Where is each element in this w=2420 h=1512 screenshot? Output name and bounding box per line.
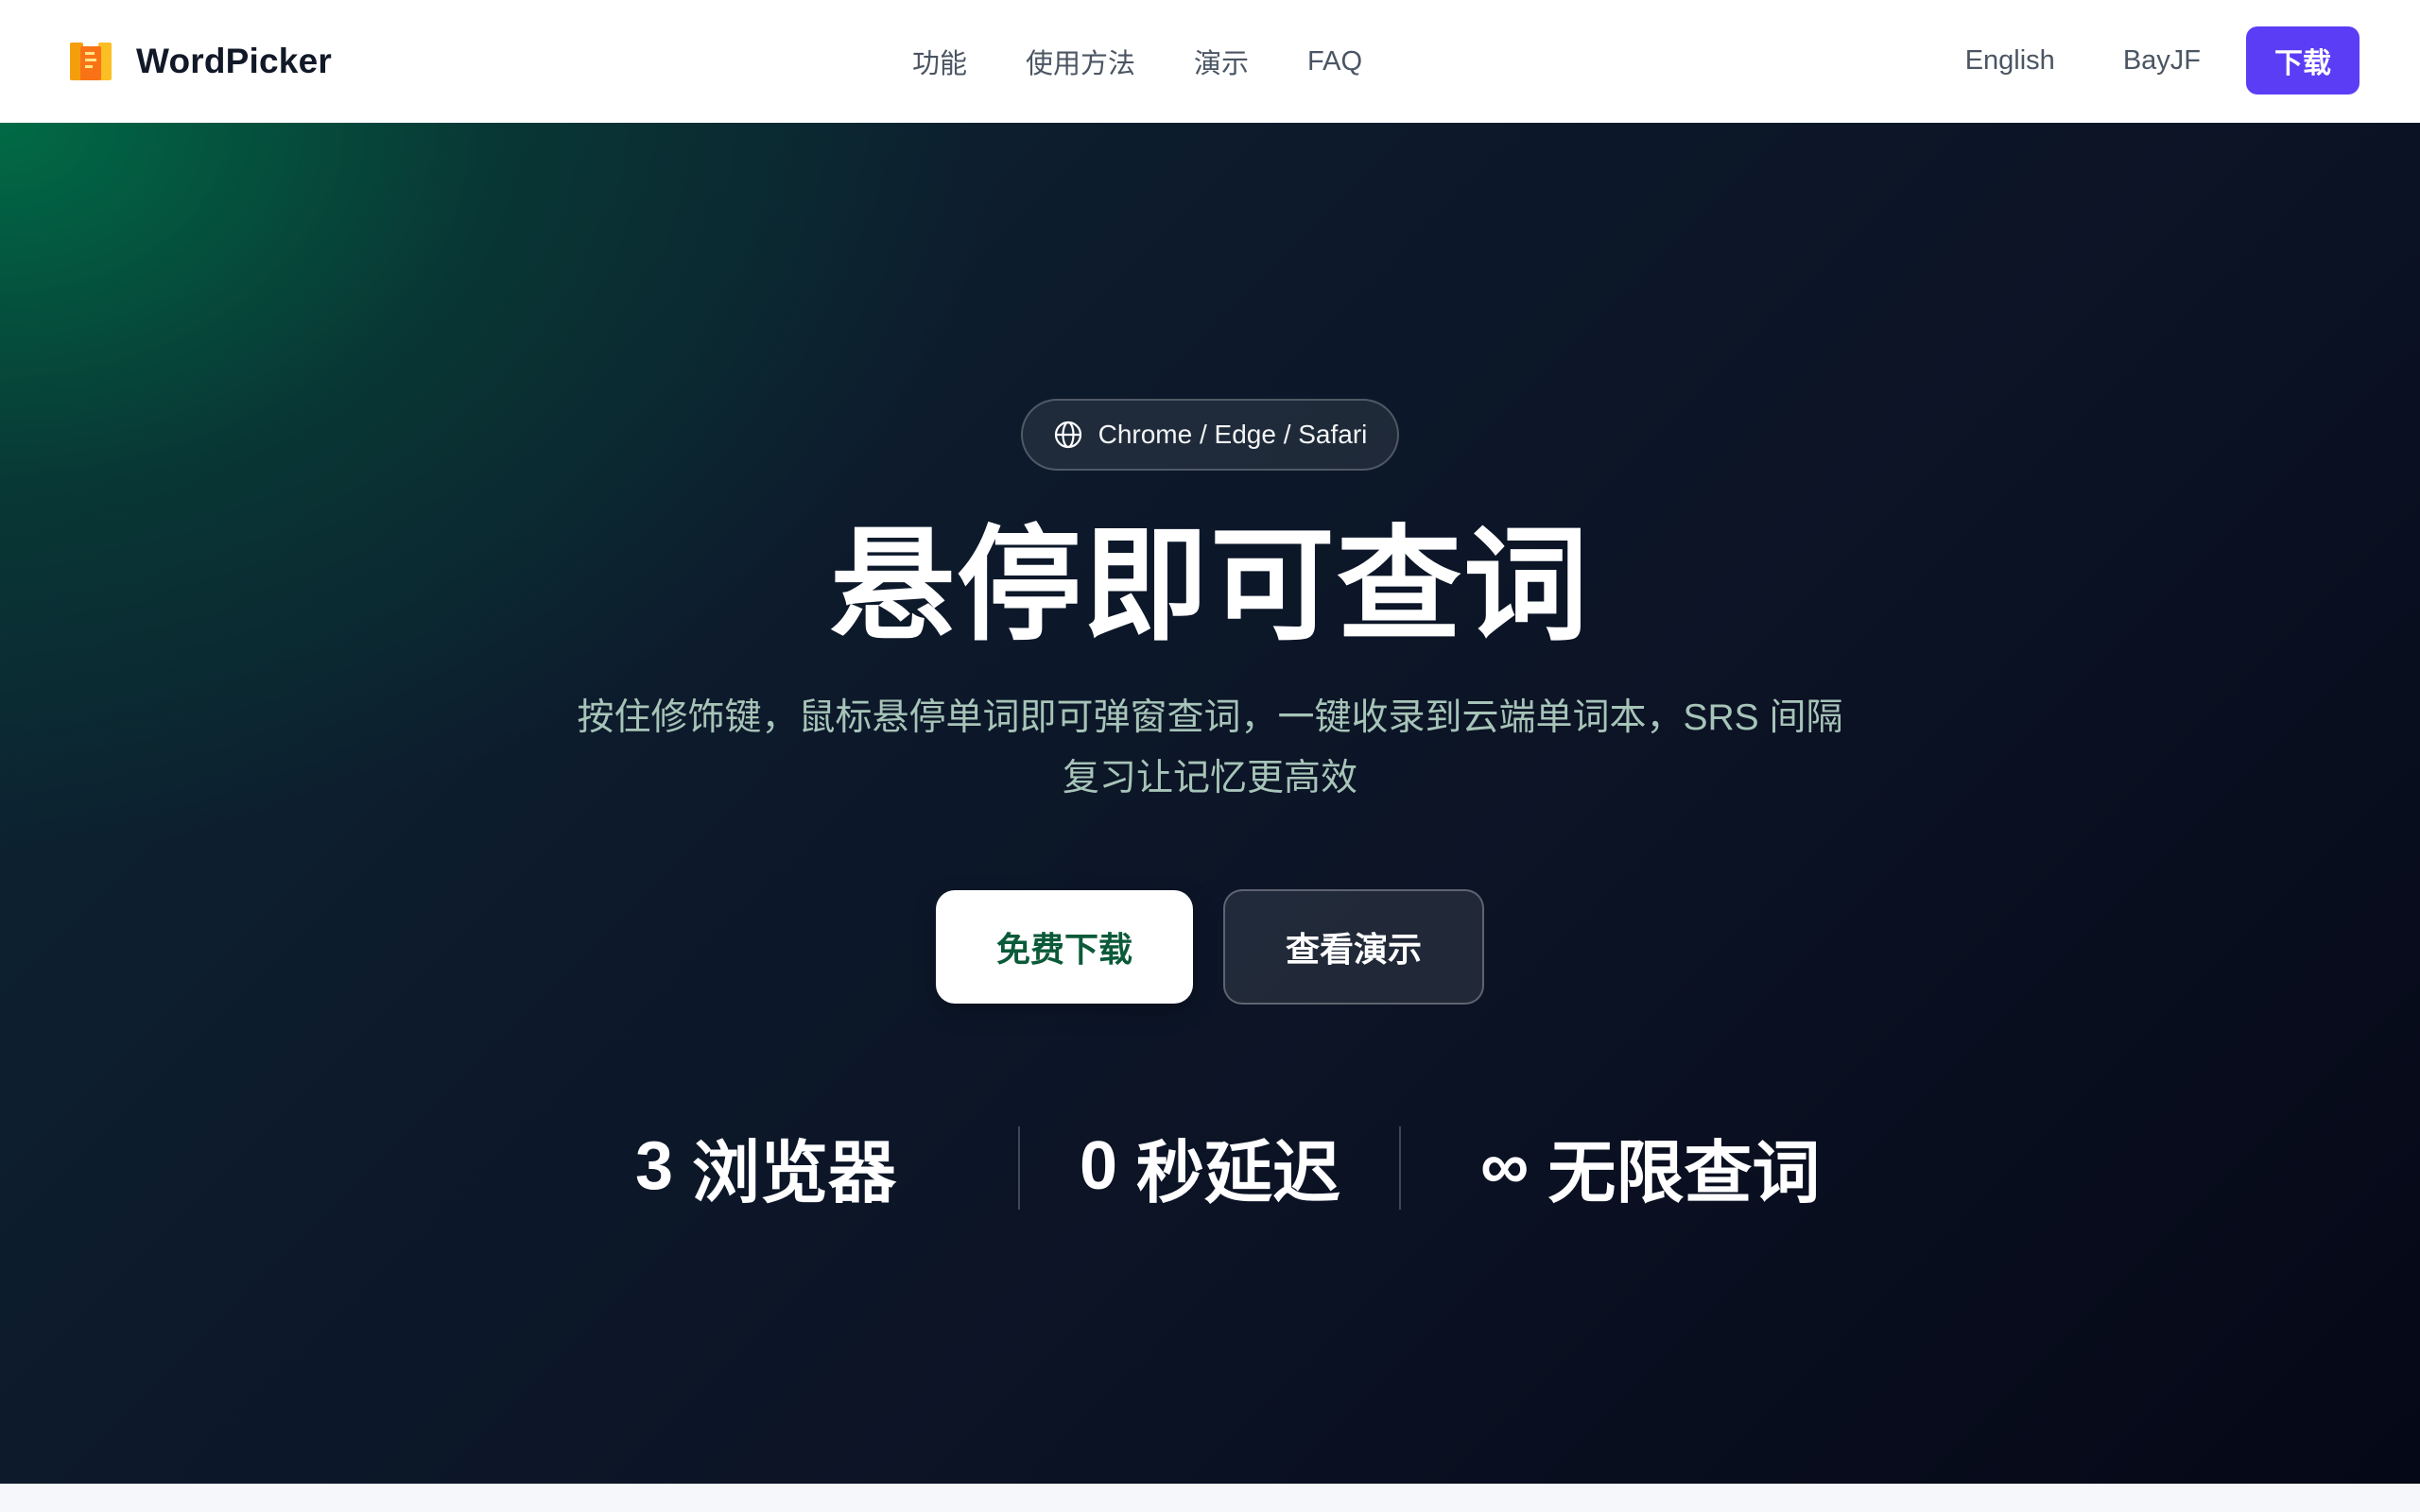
stat-value: 3 bbox=[635, 1128, 674, 1204]
browser-support-badge: Chrome / Edge / Safari bbox=[1021, 399, 1399, 471]
badge-text: Chrome / Edge / Safari bbox=[1098, 420, 1368, 449]
nav-item-features[interactable]: 功能 bbox=[912, 42, 967, 81]
stat-label: 秒延迟 bbox=[1136, 1135, 1341, 1211]
site-header: WordPicker 功能 使用方法 演示 FAQ English BayJF … bbox=[0, 0, 2420, 123]
language-switch[interactable]: English bbox=[1965, 45, 2055, 77]
view-demo-button[interactable]: 查看演示 bbox=[1223, 889, 1484, 1005]
cta-row: 免费下载 查看演示 bbox=[936, 889, 1484, 1005]
nav-item-how-to-use[interactable]: 使用方法 bbox=[1026, 42, 1135, 81]
free-download-button[interactable]: 免费下载 bbox=[936, 890, 1193, 1004]
nav-item-faq[interactable]: FAQ bbox=[1307, 46, 1362, 77]
stat-latency: 0 秒延迟 bbox=[1080, 1121, 1340, 1211]
book-logo-icon bbox=[70, 43, 112, 80]
brand[interactable]: WordPicker bbox=[68, 37, 332, 86]
stat-divider bbox=[1399, 1126, 1401, 1210]
stat-unlimited: ∞ 无限查词 bbox=[1480, 1121, 1820, 1211]
stat-label: 浏览器 bbox=[692, 1135, 897, 1211]
stat-label: 无限查词 bbox=[1547, 1135, 1821, 1211]
stat-browsers: 3 浏览器 bbox=[635, 1121, 896, 1211]
header-actions: English BayJF 下载 bbox=[1965, 26, 2360, 94]
stat-divider bbox=[1018, 1126, 1020, 1210]
next-section-edge bbox=[0, 1484, 2420, 1512]
header-download-button[interactable]: 下载 bbox=[2246, 26, 2360, 94]
brand-name: WordPicker bbox=[136, 42, 332, 80]
globe-icon bbox=[1054, 421, 1081, 449]
user-menu[interactable]: BayJF bbox=[2123, 45, 2201, 77]
stat-value: 0 bbox=[1080, 1128, 1118, 1204]
stat-value: ∞ bbox=[1480, 1128, 1530, 1204]
nav-item-demo[interactable]: 演示 bbox=[1194, 42, 1249, 81]
hero-subtitle: 按住修饰键，鼠标悬停单词即可弹窗查词，一键收录到云端单词本，SRS 间隔复习让记… bbox=[577, 697, 1843, 799]
stats-row: 3 浏览器 0 秒延迟 ∞ 无限查词 bbox=[0, 1121, 2420, 1211]
main-nav: 功能 使用方法 演示 FAQ bbox=[912, 38, 1362, 85]
hero-title: 悬停即可查词 bbox=[830, 516, 1590, 655]
